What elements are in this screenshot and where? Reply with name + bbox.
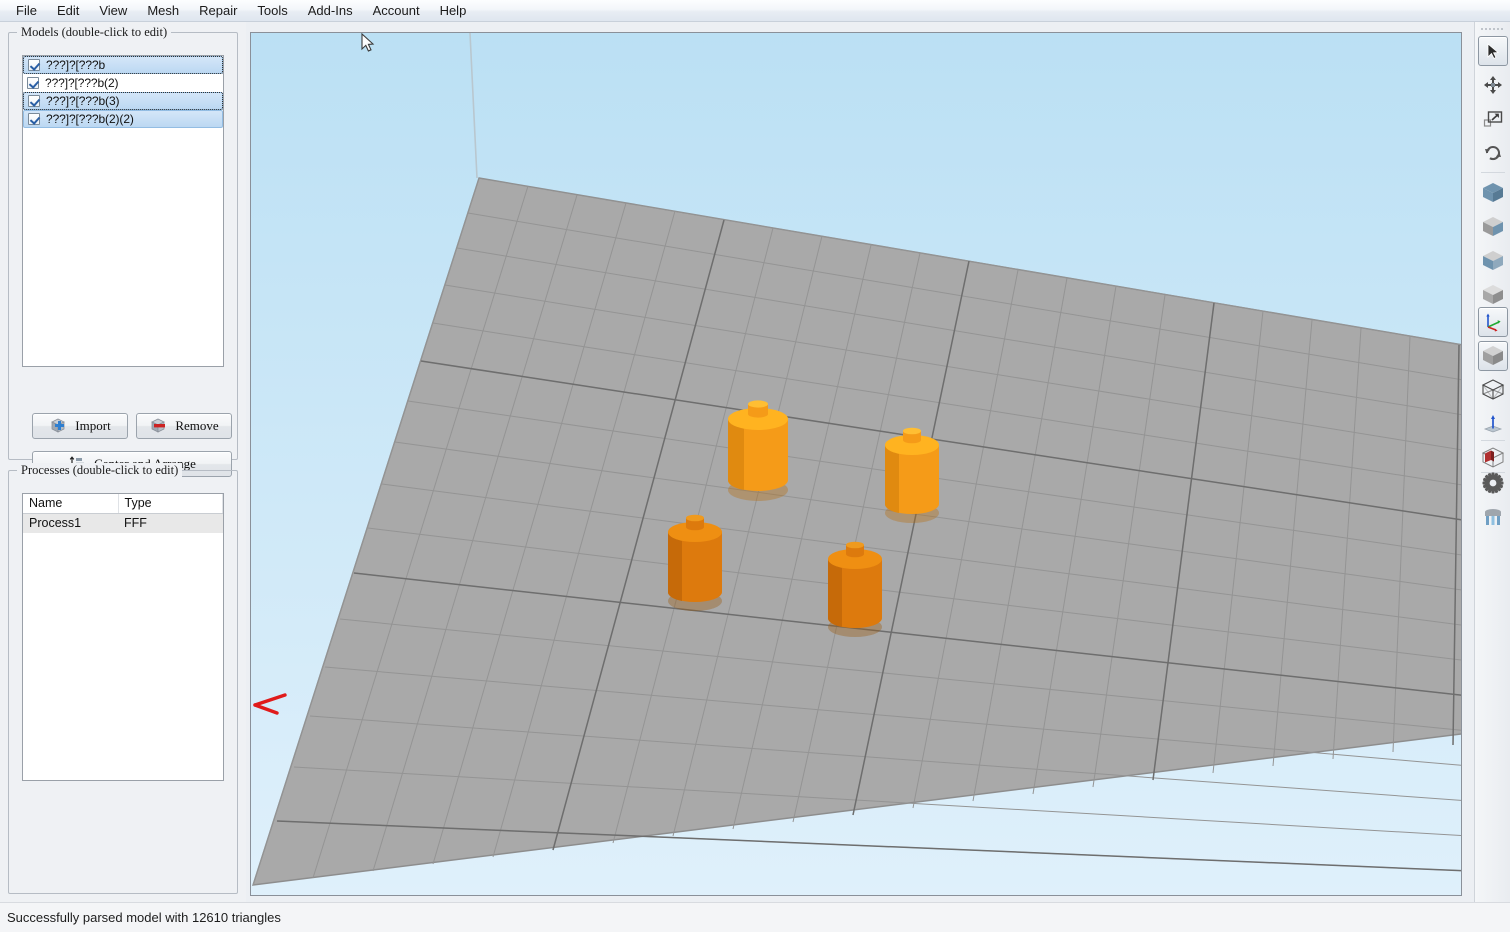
3d-viewport[interactable] — [250, 32, 1462, 896]
cube-grey-2-icon — [1481, 284, 1505, 306]
processes-group: Processes (double-click to edit) Name Ty… — [8, 463, 238, 894]
models-group: Models (double-click to edit) ???]?[???b… — [8, 25, 238, 477]
cube-blue-front-icon — [1481, 250, 1505, 272]
cube-minus-icon — [149, 417, 169, 435]
model-label: ???]?[???b — [46, 58, 106, 72]
menu-file[interactable]: File — [6, 1, 47, 21]
model-checkbox[interactable] — [28, 95, 40, 107]
cross-section-cube-icon — [1481, 447, 1505, 469]
menu-add-ins[interactable]: Add-Ins — [298, 1, 363, 21]
processes-group-title: Processes (double-click to edit) — [17, 463, 183, 478]
view-preset-3-button[interactable] — [1478, 246, 1508, 276]
scale-tool-button[interactable] — [1478, 104, 1508, 134]
menu-account[interactable]: Account — [363, 1, 430, 21]
rotate-tool-button[interactable] — [1478, 138, 1508, 168]
menu-edit[interactable]: Edit — [47, 1, 89, 21]
menu-repair[interactable]: Repair — [189, 1, 247, 21]
menu-tools[interactable]: Tools — [247, 1, 297, 21]
normal-arrow-icon — [1482, 414, 1504, 434]
view-preset-1-button[interactable] — [1478, 178, 1508, 208]
toolbar-separator — [1481, 172, 1505, 173]
cube-blue-top-icon — [1481, 182, 1505, 204]
status-bar: Successfully parsed model with 12610 tri… — [0, 902, 1510, 932]
model-label: ???]?[???b(3) — [46, 94, 120, 108]
process-type-cell: FFF — [118, 513, 223, 533]
left-panel: Models (double-click to edit) ???]?[???b… — [0, 22, 246, 902]
process-name-cell: Process1 — [23, 513, 118, 533]
processes-list[interactable]: Name Type Process1 FFF — [22, 493, 224, 781]
application-window: File Edit View Mesh Repair Tools Add-Ins… — [0, 0, 1510, 932]
select-tool-button[interactable] — [1478, 36, 1508, 66]
model-1 — [727, 400, 788, 501]
solid-cube-icon — [1481, 345, 1505, 367]
model-checkbox[interactable] — [28, 59, 40, 71]
status-message: Successfully parsed model with 12610 tri… — [7, 910, 281, 925]
scale-icon — [1483, 109, 1503, 129]
model-label: ???]?[???b(2) — [45, 76, 119, 90]
supports-button[interactable] — [1478, 502, 1508, 532]
settings-button[interactable] — [1478, 468, 1508, 498]
cube-plus-icon — [49, 417, 69, 435]
menu-bar: File Edit View Mesh Repair Tools Add-Ins… — [0, 0, 1510, 22]
cursor-arrow-icon — [1484, 42, 1502, 60]
model-list-item[interactable]: ???]?[???b(2)(2) — [23, 110, 223, 128]
gear-icon — [1482, 472, 1504, 494]
table-row[interactable]: Process1 FFF — [23, 513, 223, 533]
3d-scene — [251, 33, 1461, 895]
wireframe-cube-icon — [1481, 379, 1505, 401]
toolbar-grip[interactable] — [1481, 26, 1505, 33]
solid-view-button[interactable] — [1478, 341, 1508, 371]
rotate-icon — [1483, 143, 1503, 163]
model-list-item[interactable]: ???]?[???b(2) — [23, 74, 223, 92]
axis-gizmo-icon — [1483, 312, 1503, 332]
model-2 — [884, 427, 939, 523]
models-group-title: Models (double-click to edit) — [17, 25, 172, 40]
remove-button-label: Remove — [175, 418, 219, 433]
column-header-name[interactable]: Name — [23, 494, 119, 514]
supports-icon — [1482, 507, 1504, 527]
right-toolbar — [1474, 22, 1510, 902]
models-list[interactable]: ???]?[???b ???]?[???b(2) ???]?[???b(3) ?… — [22, 55, 224, 367]
view-preset-2-button[interactable] — [1478, 212, 1508, 242]
import-button[interactable]: Import — [32, 413, 128, 439]
model-checkbox[interactable] — [27, 77, 39, 89]
cube-grey-icon — [1481, 216, 1505, 238]
model-list-item[interactable]: ???]?[???b(3) — [23, 92, 223, 110]
model-3 — [667, 514, 722, 611]
move-tool-button[interactable] — [1478, 70, 1508, 100]
menu-view[interactable]: View — [89, 1, 137, 21]
import-button-label: Import — [75, 418, 111, 433]
processes-table: Name Type Process1 FFF — [23, 494, 223, 533]
axis-gizmo-button[interactable] — [1478, 307, 1508, 337]
remove-button[interactable]: Remove — [136, 413, 232, 439]
column-header-type[interactable]: Type — [118, 494, 223, 514]
menu-mesh[interactable]: Mesh — [137, 1, 189, 21]
model-checkbox[interactable] — [28, 113, 40, 125]
model-4 — [827, 541, 882, 637]
model-list-item[interactable]: ???]?[???b — [23, 56, 223, 74]
view-preset-4-button[interactable] — [1478, 280, 1508, 310]
normals-view-button[interactable] — [1478, 409, 1508, 439]
wireframe-view-button[interactable] — [1478, 375, 1508, 405]
processes-table-header: Name Type — [23, 494, 223, 514]
model-label: ???]?[???b(2)(2) — [46, 112, 134, 126]
move-arrows-icon — [1483, 75, 1503, 95]
menu-help[interactable]: Help — [430, 1, 477, 21]
toolbar-separator — [1481, 440, 1505, 441]
